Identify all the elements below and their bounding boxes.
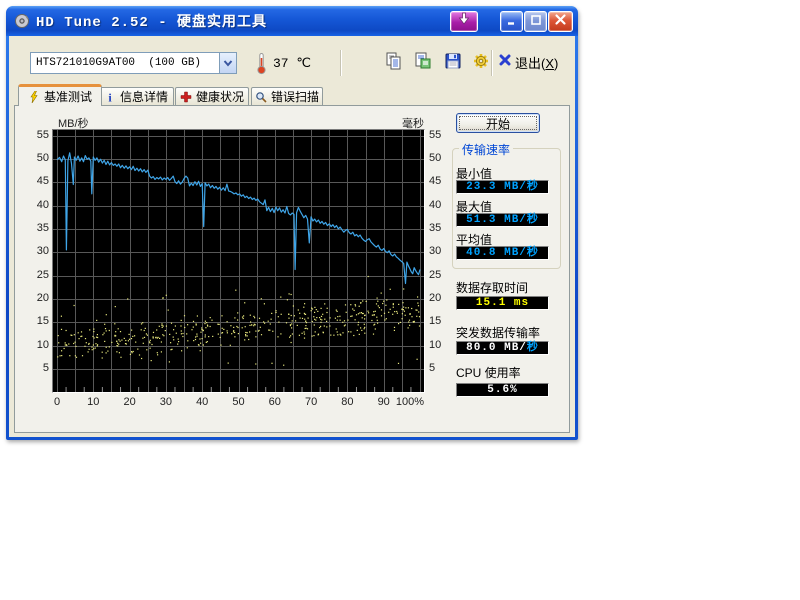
- tab-label: 基准测试: [44, 88, 92, 105]
- copy-image-icon: [413, 51, 433, 76]
- y-tick-left: 20: [25, 292, 49, 304]
- exit-icon: [498, 53, 512, 72]
- stat-value: 80.0 MB/秒: [456, 341, 549, 355]
- x-tick: 100%: [390, 396, 424, 408]
- y-tick-right: 5: [429, 362, 453, 374]
- minimize-icon: [506, 13, 518, 31]
- stat-label: 突发数据传输率: [456, 324, 540, 341]
- y-tick-right: 20: [429, 292, 453, 304]
- health-cross-icon: [180, 91, 192, 103]
- titlebar[interactable]: HD Tune 2.52 - 硬盘实用工具: [6, 6, 578, 36]
- y-tick-right: 15: [429, 315, 453, 327]
- stat-value: 40.8 MB/秒: [456, 246, 549, 260]
- y-tick-left: 45: [25, 175, 49, 187]
- start-button[interactable]: 开始: [456, 113, 540, 133]
- y-tick-left: 40: [25, 199, 49, 211]
- temperature-value: 37 ℃: [273, 56, 311, 71]
- window-title: HD Tune 2.52 - 硬盘实用工具: [36, 11, 267, 31]
- app-disk-icon: [14, 13, 30, 29]
- magnifier-icon: [255, 91, 267, 103]
- y-tick-left: 10: [25, 339, 49, 351]
- thermometer-icon: [256, 52, 267, 80]
- drive-select-value: HTS721010G9AT00 (100 GB): [31, 57, 219, 69]
- x-tick: 10: [78, 396, 108, 408]
- y-tick-right: 55: [429, 129, 453, 141]
- stat-value: 15.1 ms: [456, 296, 549, 310]
- x-tick: 50: [224, 396, 254, 408]
- exit-button[interactable]: 退出(X): [498, 53, 558, 72]
- lightning-icon: [28, 91, 40, 103]
- tab-label: 错误扫描: [271, 88, 319, 105]
- stat-label: 数据存取时间: [456, 279, 528, 296]
- tab-3[interactable]: 健康状况: [175, 87, 249, 105]
- close-button[interactable]: [548, 11, 573, 32]
- tab-2[interactable]: i 信息详情: [98, 87, 174, 105]
- x-tick: 80: [332, 396, 362, 408]
- benchmark-tab-page: MB/秒 毫秒 开始 传输速率 最小值23.3 MB/秒最大值51.3 MB/秒…: [14, 105, 570, 433]
- tab-strip: 基准测试 i 信息详情 健康状况 错误扫描: [9, 84, 575, 106]
- download-icon: [457, 12, 471, 31]
- copy-text-button[interactable]: [382, 51, 406, 75]
- svg-text:i: i: [108, 91, 112, 103]
- toolbar-separator: [491, 50, 493, 76]
- tab-label: 健康状况: [196, 88, 244, 105]
- tab-label: 信息详情: [120, 88, 168, 105]
- y-tick-left: 25: [25, 269, 49, 281]
- maximize-icon: [530, 13, 542, 31]
- benchmark-chart: [52, 129, 425, 393]
- toolbar-separator: [340, 50, 342, 76]
- exit-label: 退出(X): [515, 53, 558, 72]
- y-tick-right: 40: [429, 199, 453, 211]
- tab-1[interactable]: 基准测试: [18, 84, 102, 106]
- x-tick: 20: [115, 396, 145, 408]
- x-tick: 70: [296, 396, 326, 408]
- x-tick: 0: [42, 396, 72, 408]
- stat-value: 51.3 MB/秒: [456, 213, 549, 227]
- info-icon: i: [104, 91, 116, 103]
- window-body: HTS721010G9AT00 (100 GB) 37 ℃: [9, 36, 575, 437]
- hd-tune-window: HD Tune 2.52 - 硬盘实用工具 HTS721010G9AT00 (1…: [6, 6, 578, 440]
- y-tick-right: 50: [429, 152, 453, 164]
- stat-label: CPU 使用率: [456, 364, 521, 381]
- copy-image-button[interactable]: [411, 51, 435, 75]
- download-button[interactable]: [450, 11, 478, 32]
- y-tick-right: 10: [429, 339, 453, 351]
- minimize-button[interactable]: [500, 11, 523, 32]
- y-tick-left: 35: [25, 222, 49, 234]
- y-tick-left: 55: [25, 129, 49, 141]
- options-button[interactable]: [469, 51, 493, 75]
- y-tick-left: 15: [25, 315, 49, 327]
- y-tick-right: 35: [429, 222, 453, 234]
- save-button[interactable]: [441, 51, 465, 75]
- close-icon: [554, 13, 567, 31]
- y-tick-right: 25: [429, 269, 453, 281]
- x-tick: 60: [260, 396, 290, 408]
- x-tick: 30: [151, 396, 181, 408]
- y-tick-right: 30: [429, 245, 453, 257]
- focus-ring: [459, 116, 537, 130]
- group-title: 传输速率: [459, 141, 513, 158]
- copy-icon: [384, 51, 404, 76]
- y-tick-left: 5: [25, 362, 49, 374]
- y-tick-left: 50: [25, 152, 49, 164]
- chevron-down-icon[interactable]: [219, 53, 236, 73]
- options-icon: [471, 51, 491, 76]
- drive-select[interactable]: HTS721010G9AT00 (100 GB): [30, 52, 237, 74]
- stat-value: 5.6%: [456, 383, 549, 397]
- x-tick: 40: [187, 396, 217, 408]
- y-tick-right: 45: [429, 175, 453, 187]
- tab-4[interactable]: 错误扫描: [251, 87, 323, 105]
- y-tick-left: 30: [25, 245, 49, 257]
- stat-value: 23.3 MB/秒: [456, 180, 549, 194]
- maximize-button[interactable]: [524, 11, 547, 32]
- save-icon: [443, 51, 463, 76]
